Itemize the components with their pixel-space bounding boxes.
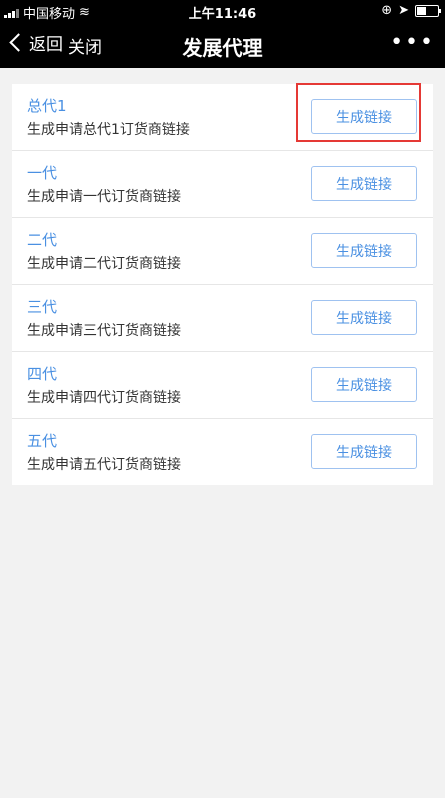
more-icon[interactable]: ••• [390,30,435,55]
generate-link-button[interactable]: 生成链接 [311,233,417,268]
level-description: 生成申请三代订货商链接 [27,323,181,339]
level-title: 三代 [27,298,58,316]
level-title: 一代 [27,164,58,182]
list-item: 二代 生成申请二代订货商链接 生成链接 [12,218,433,285]
status-time: 上午11:46 [188,7,257,22]
list-item: 总代1 生成申请总代1订货商链接 生成链接 [12,84,433,151]
level-description: 生成申请五代订货商链接 [27,457,181,473]
generate-link-button[interactable]: 生成链接 [311,99,417,134]
battery-icon [415,4,441,17]
level-description: 生成申请四代订货商链接 [27,390,181,406]
level-title: 总代1 [27,97,67,115]
agent-level-list: 总代1 生成申请总代1订货商链接 生成链接 一代 生成申请一代订货商链接 生成链… [12,84,433,485]
navigation-bar: 返回 关闭 发展代理 ••• [0,22,445,68]
list-item: 五代 生成申请五代订货商链接 生成链接 [12,419,433,485]
location-icon: ➤ [398,3,409,18]
level-title: 四代 [27,365,58,383]
generate-link-button[interactable]: 生成链接 [311,367,417,402]
list-item: 一代 生成申请一代订货商链接 生成链接 [12,151,433,218]
list-item: 三代 生成申请三代订货商链接 生成链接 [12,285,433,352]
generate-link-button[interactable]: 生成链接 [311,434,417,469]
level-title: 五代 [27,432,58,450]
generate-link-button[interactable]: 生成链接 [311,300,417,335]
level-description: 生成申请二代订货商链接 [27,256,181,272]
level-title: 二代 [27,231,58,249]
status-right: ⊕ ➤ [381,3,441,18]
orientation-lock-icon: ⊕ [381,3,393,18]
list-item: 四代 生成申请四代订货商链接 生成链接 [12,352,433,419]
status-bar: 中国移动 ≋ 上午11:46 ⊕ ➤ [0,0,445,22]
level-description: 生成申请总代1订货商链接 [27,122,190,138]
level-description: 生成申请一代订货商链接 [27,189,181,205]
page-title: 发展代理 [182,36,263,60]
generate-link-button[interactable]: 生成链接 [311,166,417,201]
